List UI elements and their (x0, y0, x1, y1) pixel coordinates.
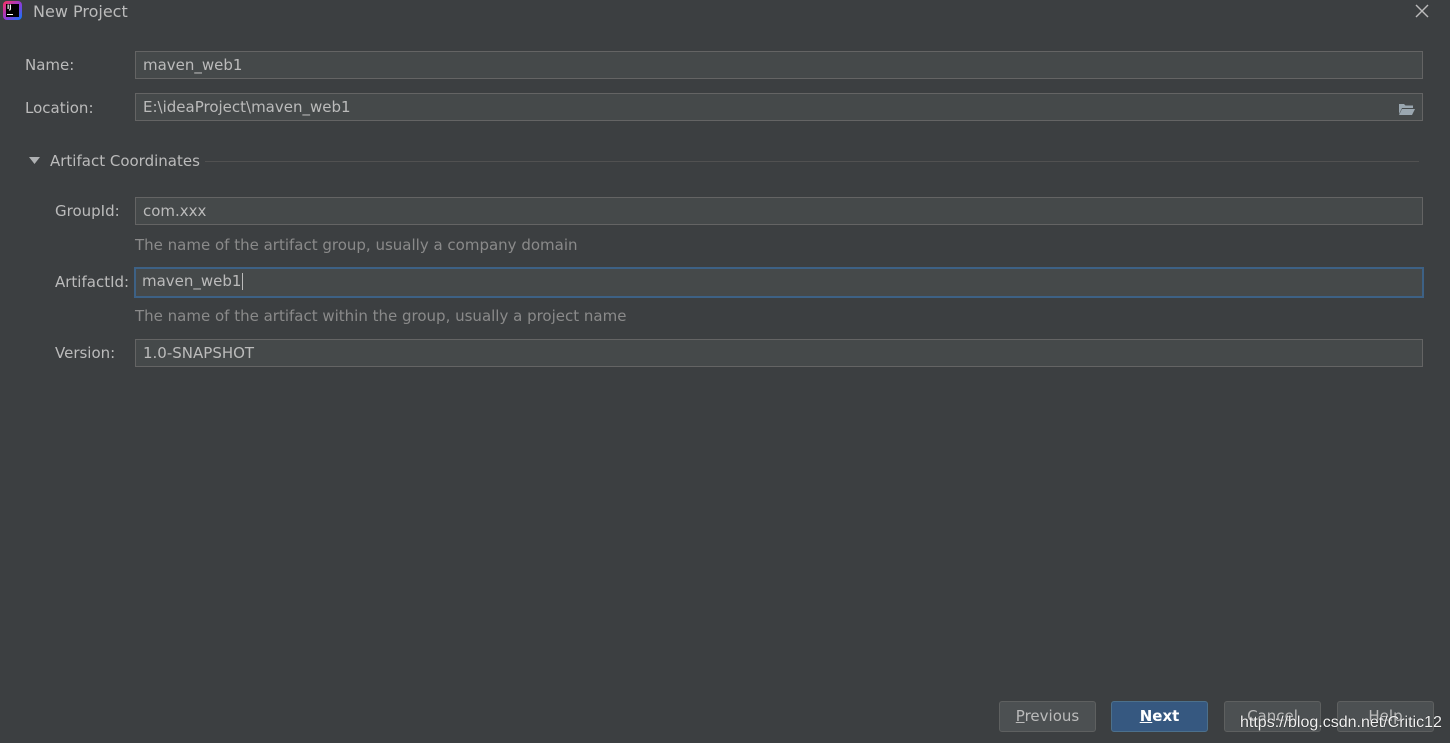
next-mnemonic: N (1139, 707, 1153, 725)
previous-button[interactable]: Previous (999, 701, 1096, 732)
artifact-coordinates-title: Artifact Coordinates (50, 152, 200, 170)
artifactid-input[interactable]: maven_web1 (134, 267, 1424, 298)
watermark-text: https://blog.csdn.net/Critic12 (1240, 714, 1442, 731)
location-label: Location: (25, 99, 94, 117)
version-input[interactable]: 1.0-SNAPSHOT (135, 339, 1423, 367)
previous-label: revious (1024, 707, 1080, 725)
groupid-hint: The name of the artifact group, usually … (135, 236, 578, 254)
groupid-label: GroupId: (55, 202, 120, 220)
next-label: ext (1152, 707, 1180, 725)
name-label: Name: (25, 56, 75, 74)
name-input[interactable]: maven_web1 (135, 51, 1423, 79)
folder-open-icon[interactable] (1398, 99, 1416, 115)
version-label: Version: (55, 344, 116, 362)
groupid-input[interactable]: com.xxx (135, 197, 1423, 225)
previous-mnemonic: P (1015, 707, 1025, 725)
name-input-value: maven_web1 (143, 56, 243, 74)
next-button[interactable]: Next (1111, 701, 1208, 732)
version-input-value: 1.0-SNAPSHOT (143, 344, 255, 362)
section-separator (205, 161, 1419, 162)
artifactid-label: ArtifactId: (55, 273, 130, 291)
text-caret (242, 273, 244, 290)
triangle-down-icon (29, 157, 40, 164)
groupid-input-value: com.xxx (143, 202, 207, 220)
artifactid-input-value: maven_web1 (142, 272, 242, 290)
new-project-dialog: IJ New Project Name: maven_web1 Location… (0, 0, 1450, 743)
dialog-title: New Project (33, 2, 128, 21)
intellij-idea-icon: IJ (3, 1, 22, 20)
title-bar: IJ New Project (0, 0, 1450, 24)
artifactid-hint: The name of the artifact within the grou… (135, 307, 627, 325)
location-input[interactable]: E:\ideaProject\maven_web1 (135, 93, 1423, 121)
close-icon[interactable] (1412, 1, 1432, 21)
location-input-value: E:\ideaProject\maven_web1 (143, 98, 351, 116)
